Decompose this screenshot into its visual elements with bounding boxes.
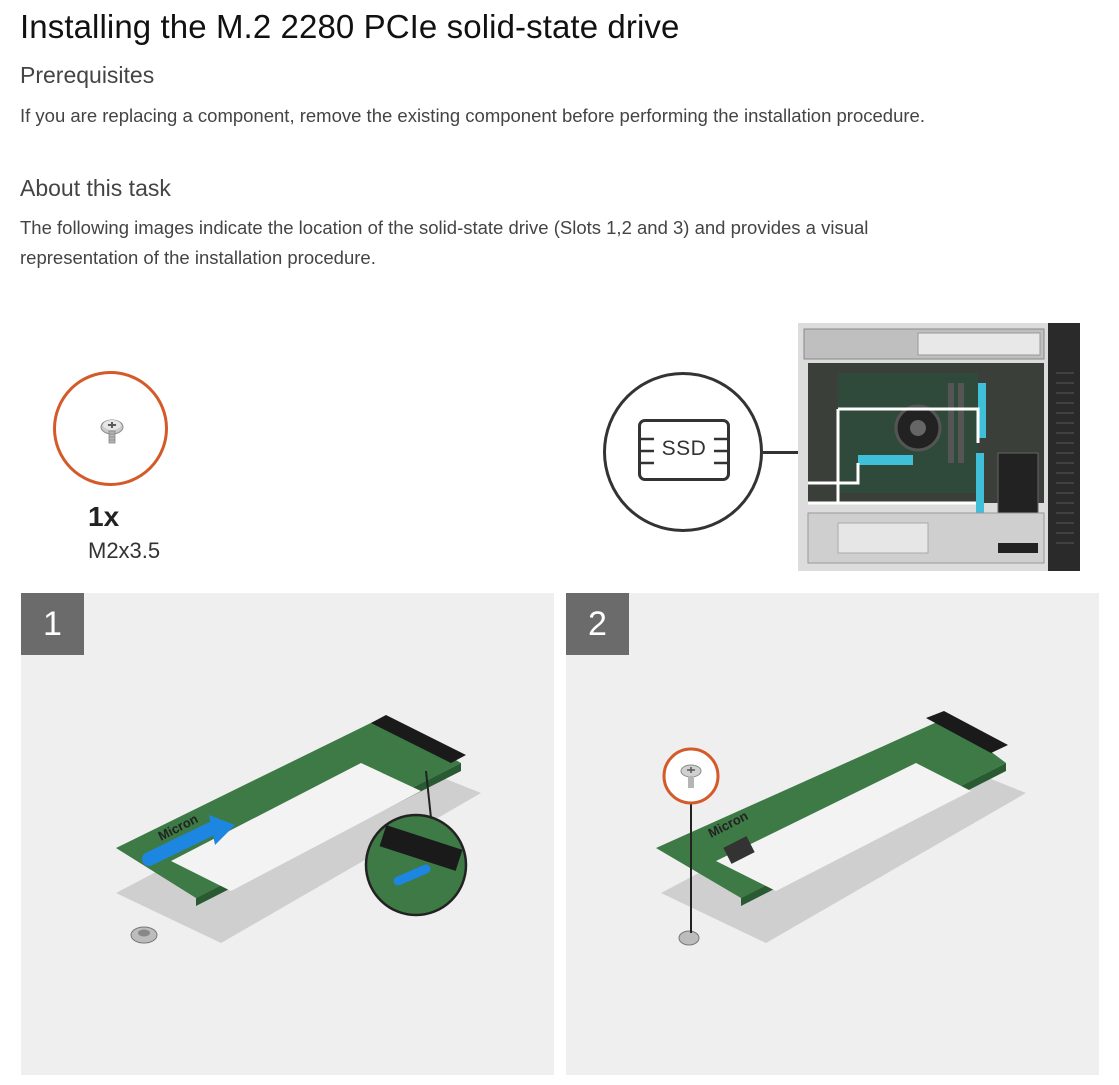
screw-icon bbox=[100, 419, 124, 444]
about-task-text-line-1: The following images indicate the locati… bbox=[20, 217, 869, 238]
about-task-heading: About this task bbox=[20, 175, 171, 201]
screw-count: 1x bbox=[88, 501, 120, 532]
ssd-leader-line bbox=[763, 451, 803, 454]
step-2-badge: 2 bbox=[566, 593, 629, 655]
ssd-label: SSD bbox=[661, 437, 707, 460]
step-1-illustration: Micron bbox=[116, 715, 481, 944]
prerequisites-text: If you are replacing a component, remove… bbox=[20, 105, 925, 126]
step-1-badge: 1 bbox=[21, 593, 84, 655]
step-2-panel: Micron 2 bbox=[566, 593, 1099, 1075]
about-task-text-line-2: representation of the installation proce… bbox=[20, 247, 376, 268]
screw-size-label: M2x3.5 bbox=[88, 538, 161, 563]
step-1-panel: Micron 1 bbox=[21, 593, 554, 1075]
about-task-text: The following images indicate the locati… bbox=[20, 213, 1020, 273]
computer-tower-illustration bbox=[798, 323, 1080, 571]
page-title: Installing the M.2 2280 PCIe solid-state… bbox=[20, 8, 680, 45]
step-2-illustration: Micron bbox=[656, 711, 1026, 946]
prerequisites-heading: Prerequisites bbox=[20, 62, 155, 88]
